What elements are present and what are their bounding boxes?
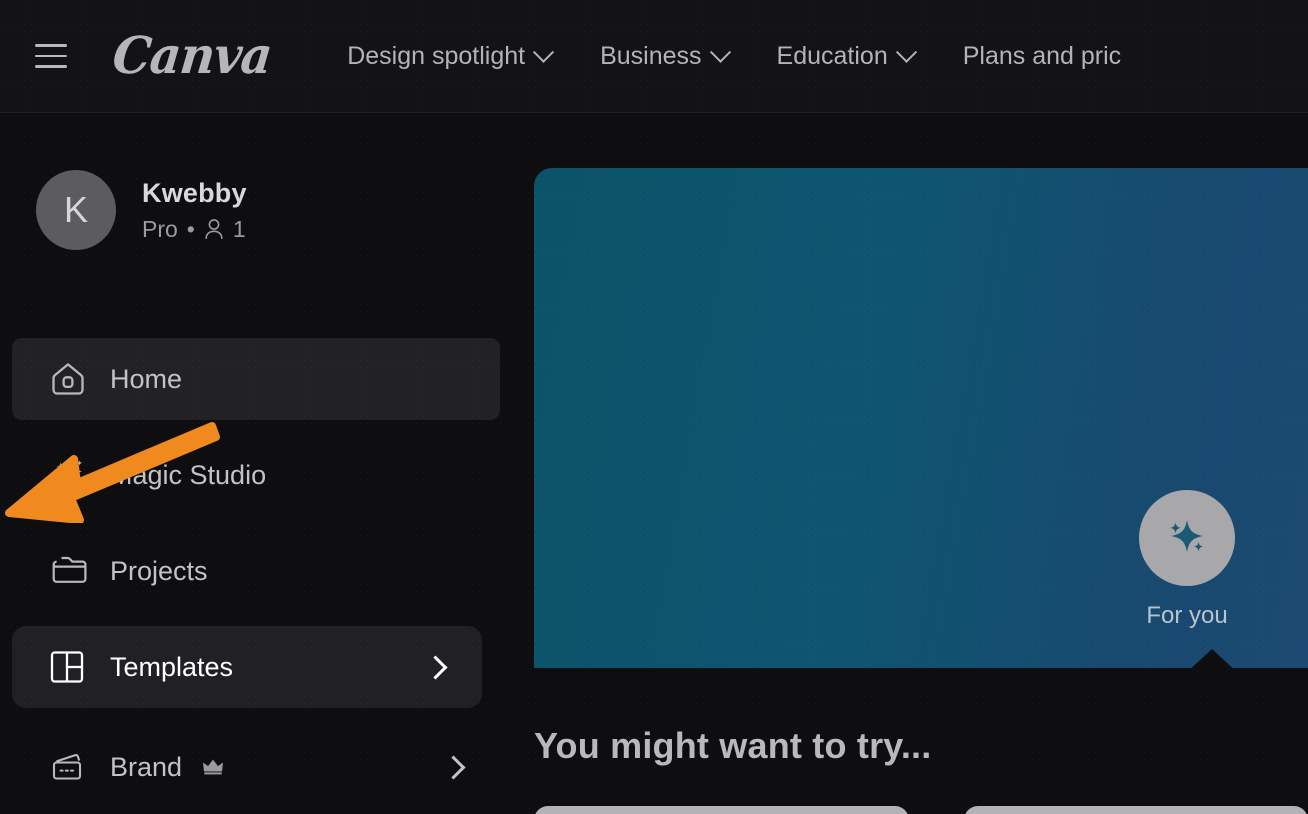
header-nav: Design spotlight Business Education Plan… (347, 41, 1121, 71)
chevron-right-icon[interactable] (441, 754, 466, 780)
profile-subtitle: Pro • 1 (142, 216, 247, 243)
canva-logo[interactable]: Canva (110, 26, 274, 85)
crown-icon (202, 758, 224, 776)
chevron-right-icon[interactable] (423, 654, 448, 680)
members-count: 1 (232, 215, 246, 242)
hamburger-line (35, 54, 67, 58)
main-content: For you You might want to try... (512, 113, 1308, 814)
annotation-arrow-icon (5, 422, 220, 523)
hero-banner[interactable]: For you (534, 168, 1308, 668)
sidebar-item-brand[interactable]: Brand (12, 726, 500, 808)
nav-label: Design spotlight (347, 41, 526, 70)
nav-label: Education (776, 41, 888, 70)
chevron-down-icon (895, 41, 917, 63)
nav-label: Business (600, 41, 702, 70)
nav-item-business[interactable]: Business (600, 41, 731, 71)
nav-item-design-spotlight[interactable]: Design spotlight (347, 41, 555, 71)
profile-name: Kwebby (142, 177, 247, 208)
for-you-label: For you (1146, 602, 1228, 629)
sidebar-item-projects[interactable]: Projects (12, 530, 500, 612)
banner-selected-notch (1185, 649, 1239, 668)
sparkle-icon (1139, 490, 1235, 586)
person-icon (205, 219, 223, 239)
hamburger-menu-icon[interactable] (28, 33, 74, 79)
sidebar-item-label: Brand (110, 751, 183, 782)
templates-icon (48, 648, 92, 686)
profile-text: Kwebby Pro • 1 (142, 178, 247, 243)
home-icon (48, 359, 92, 399)
plan-label: Pro (142, 215, 178, 242)
sidebar-item-label: Projects (110, 555, 208, 586)
chevron-down-icon (532, 41, 555, 63)
nav-item-plans-and-pricing[interactable]: Plans and pric (963, 42, 1121, 71)
try-card[interactable] (964, 806, 1308, 814)
separator-dot: • (186, 215, 195, 242)
user-profile[interactable]: K Kwebby Pro • 1 (36, 170, 512, 250)
try-card[interactable] (534, 806, 909, 814)
brand-card-icon (48, 747, 92, 787)
hamburger-line (35, 65, 67, 68)
chevron-down-icon (709, 41, 731, 63)
nav-label: Plans and pric (962, 41, 1122, 70)
avatar: K (36, 170, 116, 250)
sidebar-item-label: Home (110, 363, 183, 394)
sidebar-item-templates[interactable]: Templates (12, 626, 482, 708)
canva-home-page: Canva Design spotlight Business Educatio… (0, 0, 1308, 814)
nav-item-education[interactable]: Education (776, 41, 917, 71)
for-you-item[interactable]: For you (1139, 490, 1235, 630)
sidebar-item-label: Templates (110, 651, 234, 682)
top-header: Canva Design spotlight Business Educatio… (0, 0, 1308, 113)
hamburger-line (35, 44, 67, 47)
try-section-title: You might want to try... (534, 725, 932, 766)
folder-icon (48, 551, 92, 591)
